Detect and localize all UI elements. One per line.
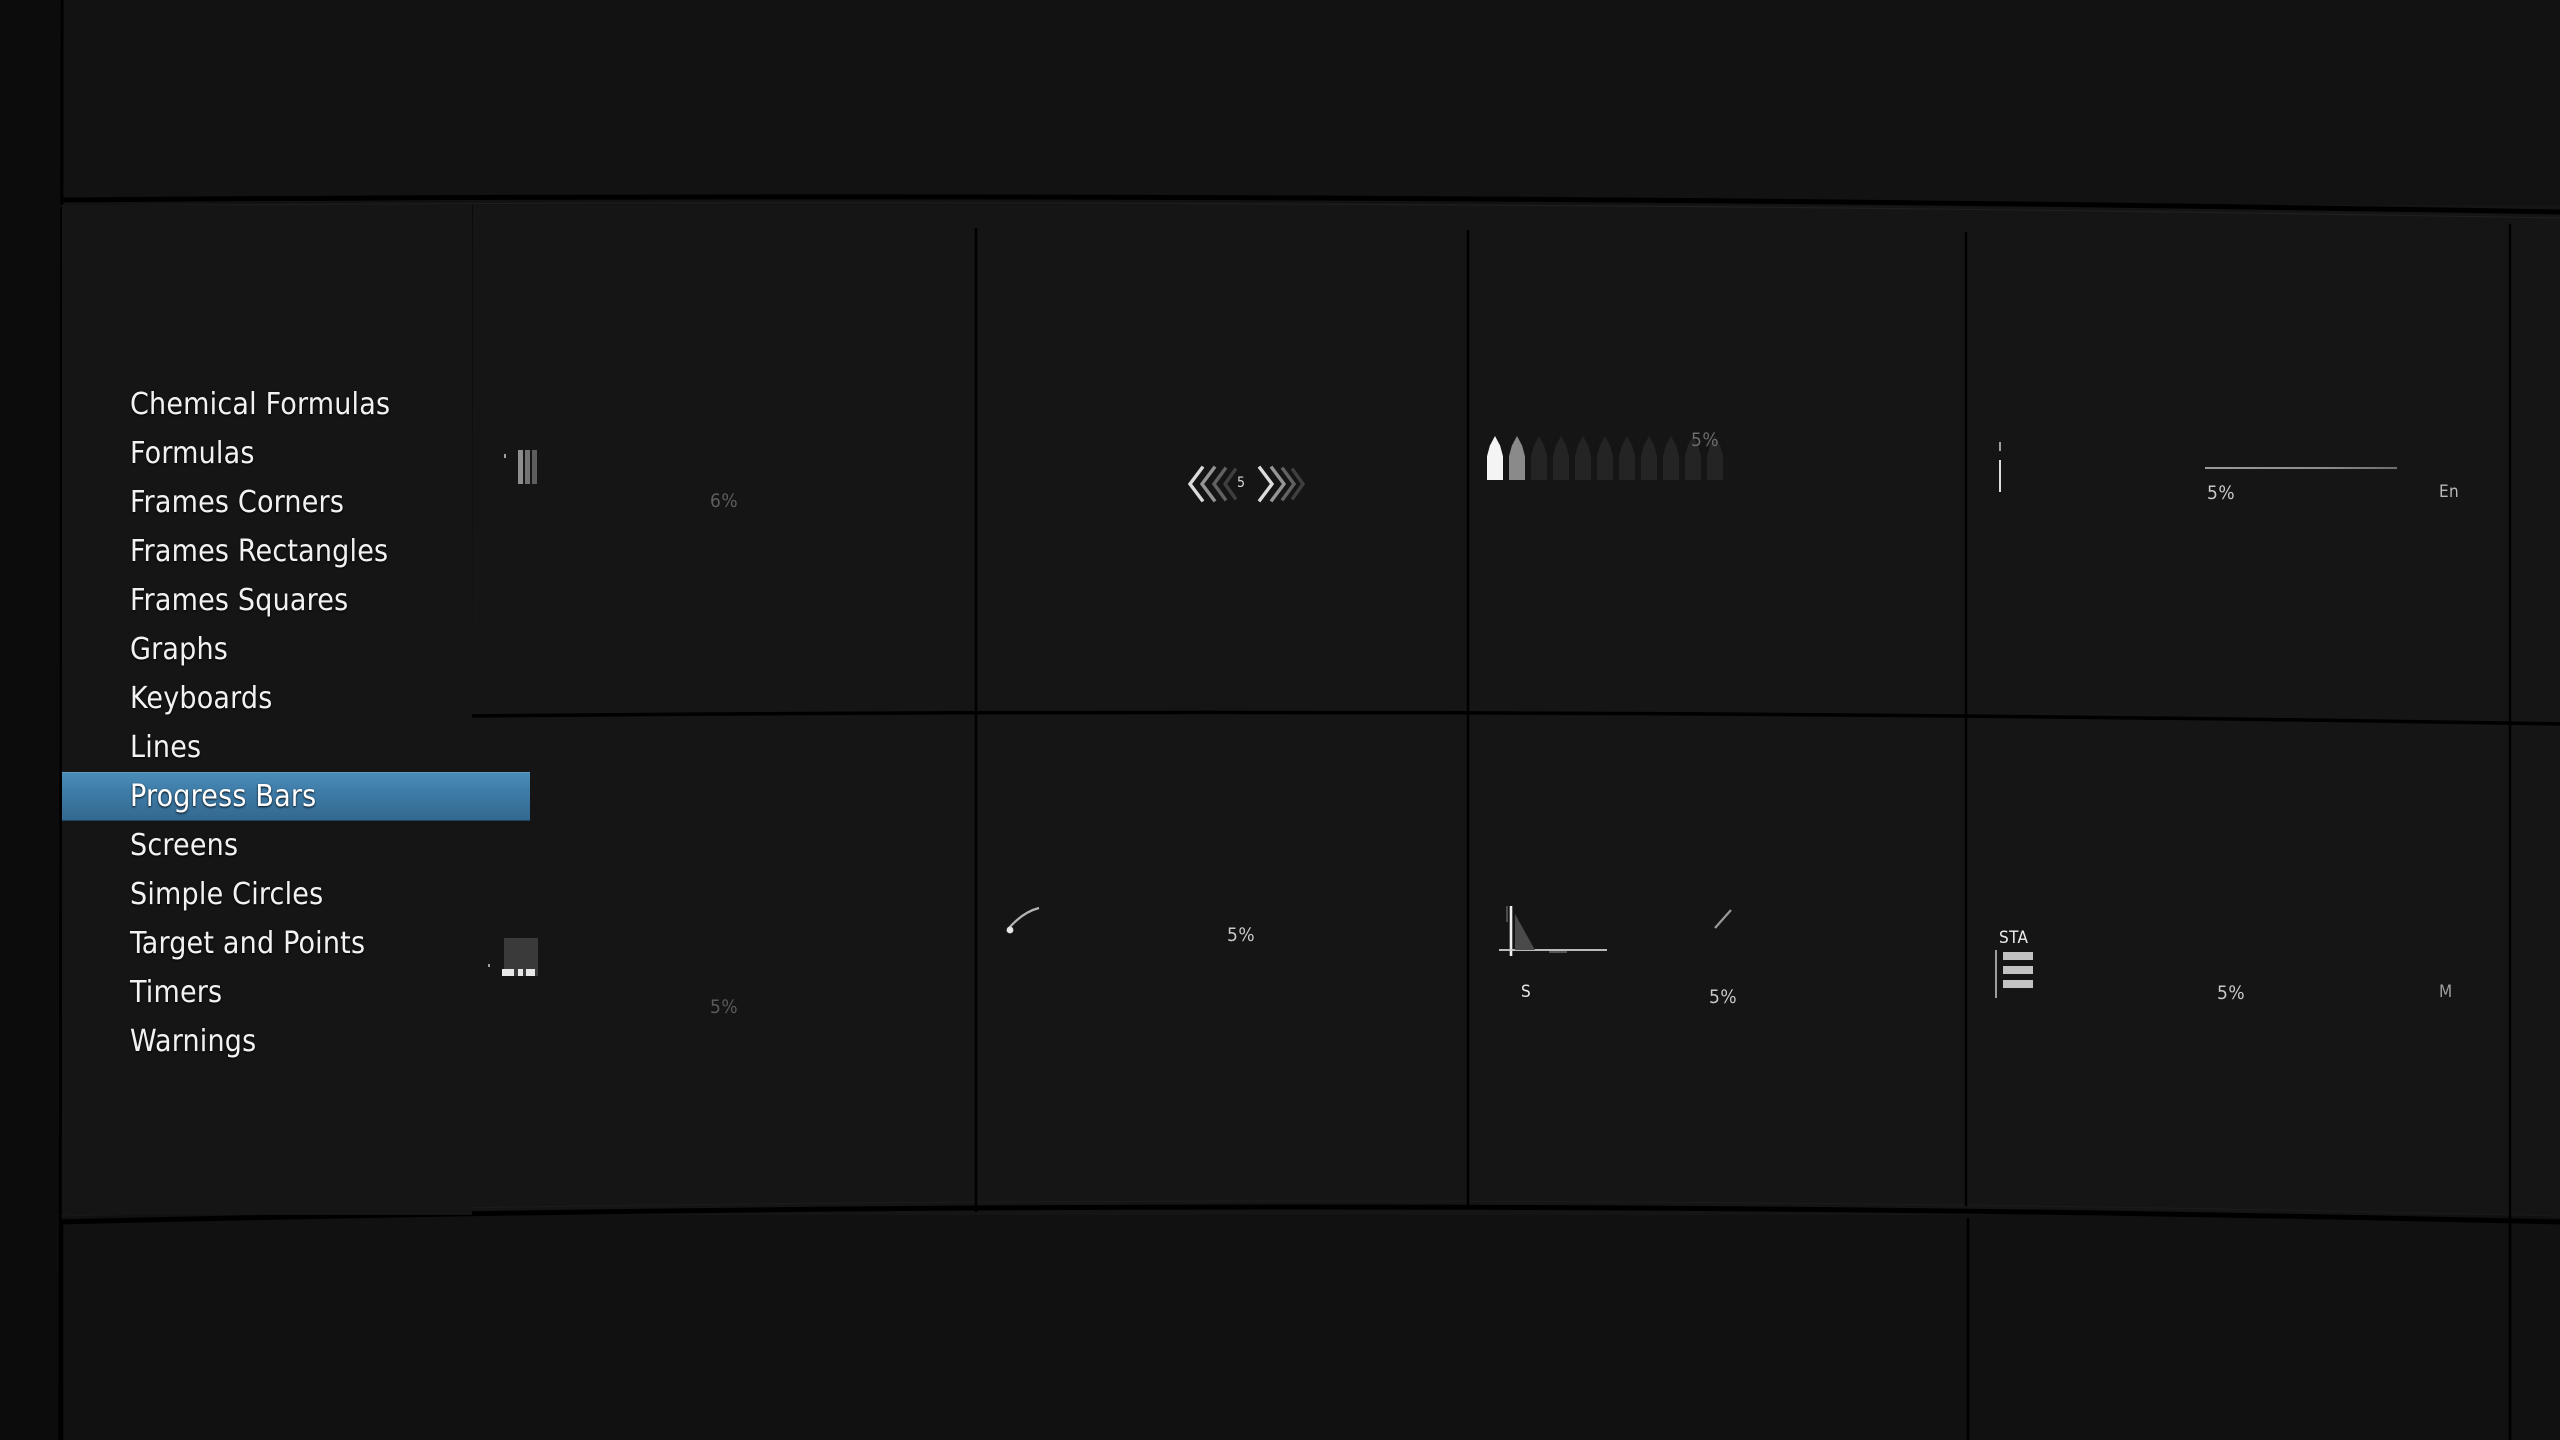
lit-segment-icon	[518, 969, 523, 976]
sidebar-item-screens[interactable]: Screens	[62, 821, 472, 870]
marker-dot-icon	[504, 454, 506, 458]
bottom-panel	[60, 1215, 2560, 1440]
bullet-icon	[1553, 436, 1569, 480]
preview-cell-arc-indicator[interactable]: 5%	[977, 716, 1467, 1210]
percent-label: 5%	[2217, 982, 2246, 1004]
vertical-tick-icon	[1999, 460, 2001, 492]
sidebar-item-label: Lines	[130, 730, 202, 765]
stacked-status-bars-icon	[2003, 952, 2033, 994]
lit-segment-icon	[526, 969, 535, 976]
sidebar-item-chemical-formulas[interactable]: Chemical Formulas	[62, 380, 472, 429]
bullet-icon	[1619, 436, 1635, 480]
bullet-icon	[1663, 436, 1679, 480]
sidebar-item-target-and-points[interactable]: Target and Points	[62, 919, 472, 968]
sidebar-item-label: Frames Squares	[130, 583, 349, 618]
sidebar-item-frames-squares[interactable]: Frames Squares	[62, 576, 472, 625]
bullet-icon	[1575, 436, 1591, 480]
sidebar-item-label: Simple Circles	[130, 877, 324, 912]
percent-label: 5%	[710, 996, 739, 1018]
unit-label: En	[2439, 482, 2460, 502]
percent-label: 5%	[1691, 429, 1720, 451]
sidebar-item-label: Frames Rectangles	[130, 534, 389, 569]
preview-cell-block-segments[interactable]: 5%	[472, 718, 975, 1212]
sidebar-item-warnings[interactable]: Warnings	[62, 1017, 472, 1066]
progress-track	[2205, 467, 2397, 469]
sidebar-item-graphs[interactable]: Graphs	[62, 625, 472, 674]
app-window: Chemical Formulas Formulas Frames Corner…	[0, 0, 2560, 1440]
sidebar-item-label: Frames Corners	[130, 485, 345, 520]
sidebar-item-label: Graphs	[130, 632, 229, 667]
bullet-icon	[1641, 436, 1657, 480]
sidebar-item-label: Timers	[130, 975, 223, 1010]
top-panel	[60, 0, 2560, 205]
sidebar-item-label: Chemical Formulas	[130, 387, 391, 422]
vertical-rule-icon	[1995, 950, 1997, 998]
tick-marker-icon	[1999, 442, 2001, 451]
bullet-magazine-icon	[1487, 436, 1723, 480]
percent-label: 5%	[2207, 482, 2236, 504]
sidebar-item-frames-rectangles[interactable]: Frames Rectangles	[62, 527, 472, 576]
preview-cell-bullet-magazine[interactable]: 5%	[1469, 231, 1965, 713]
diagonal-tick-icon	[1714, 909, 1732, 929]
bullet-icon	[1509, 436, 1525, 480]
sidebar-item-label: Warnings	[130, 1024, 257, 1059]
marker-dot-icon	[488, 964, 490, 967]
percent-label: 5%	[1227, 924, 1256, 946]
sidebar-item-keyboards[interactable]: Keyboards	[62, 674, 472, 723]
sidebar-item-formulas[interactable]: Formulas	[62, 429, 472, 478]
percent-label: 5%	[1709, 986, 1738, 1008]
bullet-icon	[1597, 436, 1613, 480]
sidebar-item-progress-bars[interactable]: Progress Bars	[62, 772, 530, 821]
sidebar-item-timers[interactable]: Timers	[62, 968, 472, 1017]
sidebar: Chemical Formulas Formulas Frames Corner…	[62, 205, 530, 1215]
preview-cell-stacked-status[interactable]: STA 5% M	[1967, 712, 2510, 1206]
lit-segment-icon	[502, 969, 514, 976]
sidebar-item-simple-circles[interactable]: Simple Circles	[62, 870, 472, 919]
bullet-icon	[1531, 436, 1547, 480]
value-label: 5	[1237, 475, 1246, 491]
preview-cell-axis-graph[interactable]: S 5%	[1469, 714, 1965, 1208]
sidebar-item-frames-corners[interactable]: Frames Corners	[62, 478, 472, 527]
bullet-icon	[1487, 436, 1503, 480]
sidebar-item-label: Progress Bars	[130, 779, 317, 814]
preview-cell-chevron-meter[interactable]: 5	[977, 230, 1467, 714]
status-label: STA	[1999, 928, 2029, 948]
arc-dot-icon	[1006, 906, 1040, 934]
axis-spike-graph-icon	[1499, 906, 1607, 956]
sidebar-item-label: Formulas	[130, 436, 255, 471]
preview-cell-segmented-block[interactable]: 6%	[472, 228, 975, 714]
category-menu: Chemical Formulas Formulas Frames Corner…	[62, 380, 530, 1066]
sidebar-item-label: Screens	[130, 828, 239, 863]
left-gutter-panel	[0, 0, 62, 1440]
preview-cell-line-track[interactable]: 5% En	[1967, 232, 2510, 712]
axis-label: S	[1521, 982, 1532, 1002]
segmented-vertical-block-icon	[518, 450, 537, 484]
sidebar-item-label: Target and Points	[130, 926, 366, 961]
sidebar-item-lines[interactable]: Lines	[62, 723, 472, 772]
sidebar-item-label: Keyboards	[130, 681, 273, 716]
unit-label: M	[2439, 982, 2453, 1002]
percent-label: 6%	[710, 490, 739, 512]
